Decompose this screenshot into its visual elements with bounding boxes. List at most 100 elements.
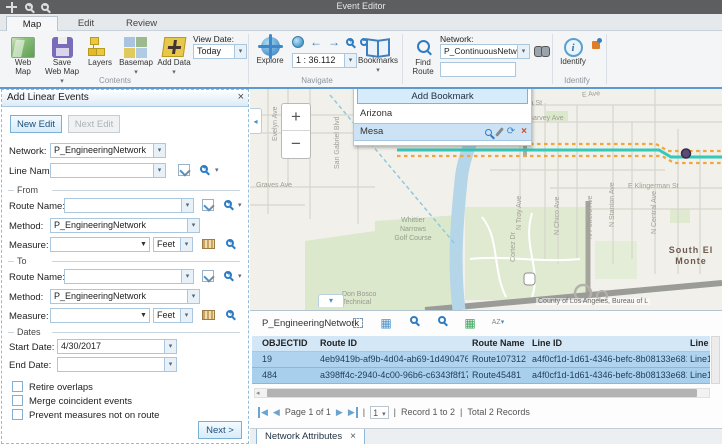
line-name-caret[interactable]: ▾ [153, 163, 166, 178]
map-zoom-in-icon[interactable]: + [346, 38, 354, 46]
column-header[interactable]: Route ID [320, 338, 468, 348]
merge-coincident-checkbox[interactable] [12, 395, 23, 406]
identify-marker-icon[interactable] [592, 41, 600, 49]
sort-icon[interactable]: AZ▾ [490, 316, 506, 331]
line-zoom-icon[interactable]: + [200, 165, 208, 173]
to-measure-unit[interactable]: Feet [153, 308, 181, 323]
bookmarks-button[interactable]: Bookmarks▾ [358, 39, 398, 75]
tab-network-attributes[interactable]: Network Attributes× [256, 429, 365, 444]
line-zoom-caret[interactable]: ▾ [215, 166, 219, 174]
switch-selection-icon[interactable]: ▦ [462, 316, 478, 331]
explore-button[interactable]: Explore [252, 37, 288, 66]
to-unit-caret[interactable]: ▾ [180, 308, 193, 323]
prev-page-icon[interactable]: ◀ [273, 407, 280, 418]
to-route-zoom-caret[interactable]: ▾ [238, 272, 242, 280]
from-measure-input[interactable] [50, 237, 150, 252]
retire-overlaps-checkbox[interactable] [12, 381, 23, 392]
horizontal-scrollbar[interactable]: ◂ [254, 388, 710, 398]
back-arrow-icon[interactable]: ← [310, 37, 322, 47]
identify-button[interactable]: Identify [556, 38, 590, 67]
scale-input[interactable]: 1 : 36.112 [292, 53, 345, 68]
pan-to-selection-icon[interactable] [434, 316, 450, 331]
from-method-caret[interactable]: ▾ [187, 218, 200, 233]
to-method-select[interactable]: P_EngineeringNetwork [50, 289, 188, 304]
start-date-caret[interactable]: ▾ [164, 339, 177, 354]
from-method-select[interactable]: P_EngineeringNetwork [50, 218, 188, 233]
column-header[interactable]: Line ID [532, 338, 687, 348]
scrollbar-thumb[interactable] [267, 389, 697, 397]
route-search-input[interactable] [440, 62, 516, 77]
bookmark-item-arizona[interactable]: Arizona [354, 106, 531, 122]
from-measure-unit[interactable]: Feet [153, 237, 181, 252]
collapse-table-arrow[interactable]: ▾ [318, 294, 344, 307]
view-date-caret[interactable]: ▾ [234, 44, 247, 59]
bookmark-edit-icon[interactable] [495, 127, 504, 137]
from-route-caret[interactable]: ▾ [181, 198, 194, 213]
basemap-button[interactable]: Basemap▾ [118, 37, 154, 77]
column-header[interactable]: Route Name [472, 338, 528, 348]
column-header[interactable]: Line Name [690, 338, 710, 348]
bookmark-refresh-icon[interactable]: ⟳ [507, 127, 515, 137]
table-view-icon[interactable]: ▦ [378, 316, 394, 331]
scale-caret[interactable]: ▾ [344, 53, 357, 68]
select-line-on-map-icon[interactable] [178, 164, 190, 176]
to-select-route-icon[interactable] [202, 270, 214, 282]
map-canvas[interactable]: E Cortada St E Garvey Ave E Ave E Klinge… [250, 89, 722, 310]
to-measure-zoom-icon[interactable]: + [226, 310, 234, 318]
new-edit-button[interactable]: New Edit [10, 115, 62, 133]
bookmark-item-mesa[interactable]: Mesa ⟳ × [354, 123, 531, 141]
last-page-icon[interactable]: ▶ [348, 407, 358, 418]
network-select[interactable]: P_ContinuousNetwork [440, 44, 518, 59]
from-route-zoom-caret[interactable]: ▾ [238, 201, 242, 209]
tab-edit[interactable]: Edit [62, 16, 110, 31]
zoom-out-button[interactable]: − [282, 131, 310, 158]
to-measure-input[interactable] [50, 308, 150, 323]
tab-close-icon[interactable]: × [350, 431, 356, 442]
zoom-in-button[interactable]: + [282, 104, 310, 131]
vertical-scrollbar[interactable] [711, 336, 720, 384]
table-row[interactable]: 484 a398ff4c-2940-4c00-96b6-c6343f8f1711… [252, 368, 710, 384]
from-unit-caret[interactable]: ▾ [180, 237, 193, 252]
end-date-caret[interactable]: ▾ [164, 357, 177, 372]
find-route-button[interactable]: Find Route [406, 40, 440, 76]
line-name-select[interactable] [50, 163, 154, 178]
scroll-left-arrow[interactable]: ◂ [256, 389, 260, 397]
next-button[interactable]: Next > [198, 421, 242, 439]
end-date-input[interactable] [57, 357, 165, 372]
layers-button[interactable]: Layers [84, 37, 116, 68]
add-bookmark-button[interactable]: Add Bookmark [357, 89, 528, 104]
panel-network-select[interactable]: P_EngineeringNetwork [50, 143, 154, 158]
from-measure-ruler-icon[interactable] [202, 239, 215, 249]
start-date-input[interactable]: 4/30/2017 [57, 339, 165, 354]
to-route-zoom-icon[interactable]: + [224, 271, 232, 279]
to-route-name-select[interactable] [64, 269, 182, 284]
to-measure-ruler-icon[interactable] [202, 310, 215, 320]
next-edit-button[interactable]: Next Edit [68, 115, 120, 133]
binoculars-icon[interactable] [534, 45, 550, 56]
globe-icon[interactable] [292, 36, 304, 48]
view-date-select[interactable]: Today [193, 44, 235, 59]
zoom-to-selection-icon[interactable] [406, 316, 422, 331]
panel-network-caret[interactable]: ▾ [153, 143, 166, 158]
from-select-route-icon[interactable] [202, 199, 214, 211]
from-route-zoom-icon[interactable]: + [224, 200, 232, 208]
bookmark-zoom-icon[interactable] [485, 129, 492, 136]
from-route-name-select[interactable] [64, 198, 182, 213]
forward-arrow-icon[interactable]: → [328, 37, 340, 47]
selection-tool-icon[interactable] [350, 316, 366, 331]
bookmark-delete-icon[interactable]: × [521, 127, 527, 137]
to-route-caret[interactable]: ▾ [181, 269, 194, 284]
from-measure-zoom-icon[interactable]: + [226, 239, 234, 247]
network-caret[interactable]: ▾ [517, 44, 530, 59]
add-data-button[interactable]: Add Data▾ [156, 37, 192, 77]
web-map-button[interactable]: Web Map [6, 37, 40, 77]
panel-close-icon[interactable]: × [238, 91, 244, 103]
tab-map[interactable]: Map [6, 16, 58, 31]
tab-review[interactable]: Review [112, 16, 166, 31]
prevent-measures-checkbox[interactable] [12, 409, 23, 420]
to-measure-arrow[interactable]: ▼ [138, 308, 149, 323]
column-header[interactable]: OBJECTID [262, 338, 317, 348]
to-method-caret[interactable]: ▾ [187, 289, 200, 304]
collapse-panel-arrow[interactable]: ◂ [250, 108, 262, 134]
next-page-icon[interactable]: ▶ [336, 407, 343, 418]
